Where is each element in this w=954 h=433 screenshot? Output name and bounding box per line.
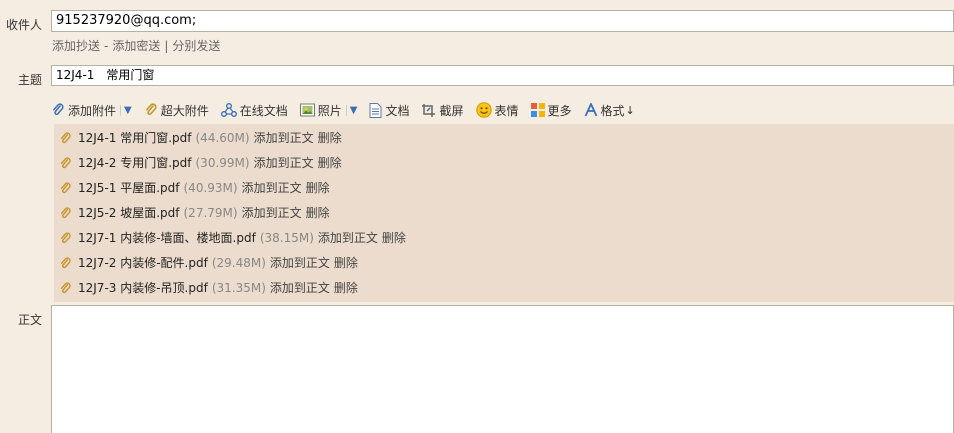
paperclip-icon	[60, 231, 71, 243]
add-to-body-link[interactable]: 添加到正文	[318, 228, 378, 248]
delete-attachment-link[interactable]: 删除	[334, 278, 358, 298]
scissors-icon	[422, 103, 436, 117]
attachment-size: (27.79M)	[183, 206, 238, 220]
add-bcc-link[interactable]: 添加密送	[112, 39, 160, 53]
add-to-body-link[interactable]: 添加到正文	[242, 203, 302, 223]
emoji-label: 表情	[494, 103, 519, 118]
attachment-size: (40.93M)	[183, 181, 238, 195]
paperclip-icon	[60, 256, 71, 268]
attachment-size: (38.15M)	[259, 231, 314, 245]
online-doc-button[interactable]: 在线文档	[220, 102, 288, 119]
subject-field[interactable]: 12J4-1 常用门窗	[51, 65, 954, 86]
add-to-body-link[interactable]: 添加到正文	[242, 178, 302, 198]
more-button[interactable]: 更多	[530, 102, 572, 119]
share-nodes-icon	[220, 103, 237, 117]
add-cc-link[interactable]: 添加抄送	[52, 39, 100, 53]
document-button[interactable]: 文档	[369, 102, 409, 119]
attachment-item: 12J7-2 内装修-配件.pdf (29.48M) 添加到正文 删除	[59, 253, 358, 273]
grid-icon	[530, 103, 545, 117]
chevron-down-icon[interactable]: ▼	[345, 104, 357, 116]
attachment-name: 12J7-3 内装修-吊顶.pdf	[78, 281, 208, 295]
attachment-name: 12J5-2 坡屋面.pdf	[78, 206, 180, 220]
screenshot-button[interactable]: 截屏	[421, 102, 464, 119]
attachment-size: (30.99M)	[195, 156, 250, 170]
document-label: 文档	[385, 103, 410, 118]
paperclip-icon	[60, 156, 71, 168]
paperclip-icon	[53, 103, 64, 115]
photo-button[interactable]: 照片 ▼	[299, 102, 357, 119]
add-to-body-link[interactable]: 添加到正文	[270, 278, 330, 298]
font-icon	[584, 103, 597, 117]
paperclip-icon	[60, 131, 71, 143]
separate-send-link[interactable]: 分别发送	[172, 39, 220, 53]
format-arrow: ↓	[625, 103, 635, 117]
smiley-icon	[475, 102, 492, 118]
subject-label: 主题	[17, 73, 42, 87]
add-to-body-link[interactable]: 添加到正文	[254, 153, 314, 173]
body-label: 正文	[17, 313, 42, 327]
attachment-item: 12J7-3 内装修-吊顶.pdf (31.35M) 添加到正文 删除	[59, 278, 358, 298]
add-to-body-link[interactable]: 添加到正文	[270, 253, 330, 273]
attachment-item: 12J4-2 专用门窗.pdf (30.99M) 添加到正文 删除	[59, 153, 342, 173]
photo-icon	[299, 103, 315, 117]
chevron-down-icon[interactable]: ▼	[120, 104, 132, 116]
add-attachment-label: 添加附件	[68, 103, 117, 118]
large-attachment-button[interactable]: 超大附件	[144, 102, 209, 119]
attachment-item: 12J7-1 内装修-墙面、楼地面.pdf (38.15M) 添加到正文 删除	[59, 228, 406, 248]
large-attachment-label: 超大附件	[160, 103, 209, 118]
format-button[interactable]: 格式 ↓	[584, 102, 635, 119]
format-label: 格式	[600, 103, 625, 118]
attachment-name: 12J7-1 内装修-墙面、楼地面.pdf	[78, 231, 256, 245]
paperclip-icon	[60, 281, 71, 293]
delete-attachment-link[interactable]: 删除	[318, 128, 342, 148]
paperclip-icon	[145, 103, 157, 116]
compose-toolbar: 添加附件 ▼ 超大附件 在线文档 照片 ▼ 文档 截屏 表情 更多 格式 ↓	[51, 98, 954, 122]
online-doc-label: 在线文档	[239, 103, 288, 118]
attachment-list: 12J4-1 常用门窗.pdf (44.60M) 添加到正文 删除 12J4-2…	[54, 124, 954, 302]
body-editor[interactable]	[51, 305, 954, 433]
screenshot-label: 截屏	[439, 103, 464, 118]
to-label: 收件人	[5, 18, 42, 32]
attachment-name: 12J5-1 平屋面.pdf	[78, 181, 180, 195]
cc-links: 添加抄送 - 添加密送 | 分别发送	[52, 37, 220, 54]
attachment-item: 12J5-2 坡屋面.pdf (27.79M) 添加到正文 删除	[59, 203, 330, 223]
photo-label: 照片	[317, 103, 342, 118]
attachment-size: (29.48M)	[211, 256, 266, 270]
attachment-name: 12J4-2 专用门窗.pdf	[78, 156, 192, 170]
separator: -	[104, 39, 109, 53]
delete-attachment-link[interactable]: 删除	[382, 228, 406, 248]
more-label: 更多	[547, 103, 572, 118]
attachment-size: (44.60M)	[195, 131, 250, 145]
attachment-name: 12J7-2 内装修-配件.pdf	[78, 256, 208, 270]
attachment-size: (31.35M)	[211, 281, 266, 295]
document-icon	[369, 102, 382, 118]
attachment-name: 12J4-1 常用门窗.pdf	[78, 131, 192, 145]
attachment-item: 12J4-1 常用门窗.pdf (44.60M) 添加到正文 删除	[59, 128, 342, 148]
separator: |	[164, 39, 169, 53]
emoji-button[interactable]: 表情	[475, 102, 519, 119]
delete-attachment-link[interactable]: 删除	[306, 178, 330, 198]
paperclip-icon	[60, 181, 71, 193]
to-field[interactable]: 915237920@qq.com;	[51, 10, 954, 32]
add-attachment-button[interactable]: 添加附件 ▼	[51, 102, 132, 119]
paperclip-icon	[60, 206, 71, 218]
delete-attachment-link[interactable]: 删除	[306, 203, 330, 223]
add-to-body-link[interactable]: 添加到正文	[254, 128, 314, 148]
attachment-item: 12J5-1 平屋面.pdf (40.93M) 添加到正文 删除	[59, 178, 330, 198]
delete-attachment-link[interactable]: 删除	[318, 153, 342, 173]
delete-attachment-link[interactable]: 删除	[334, 253, 358, 273]
